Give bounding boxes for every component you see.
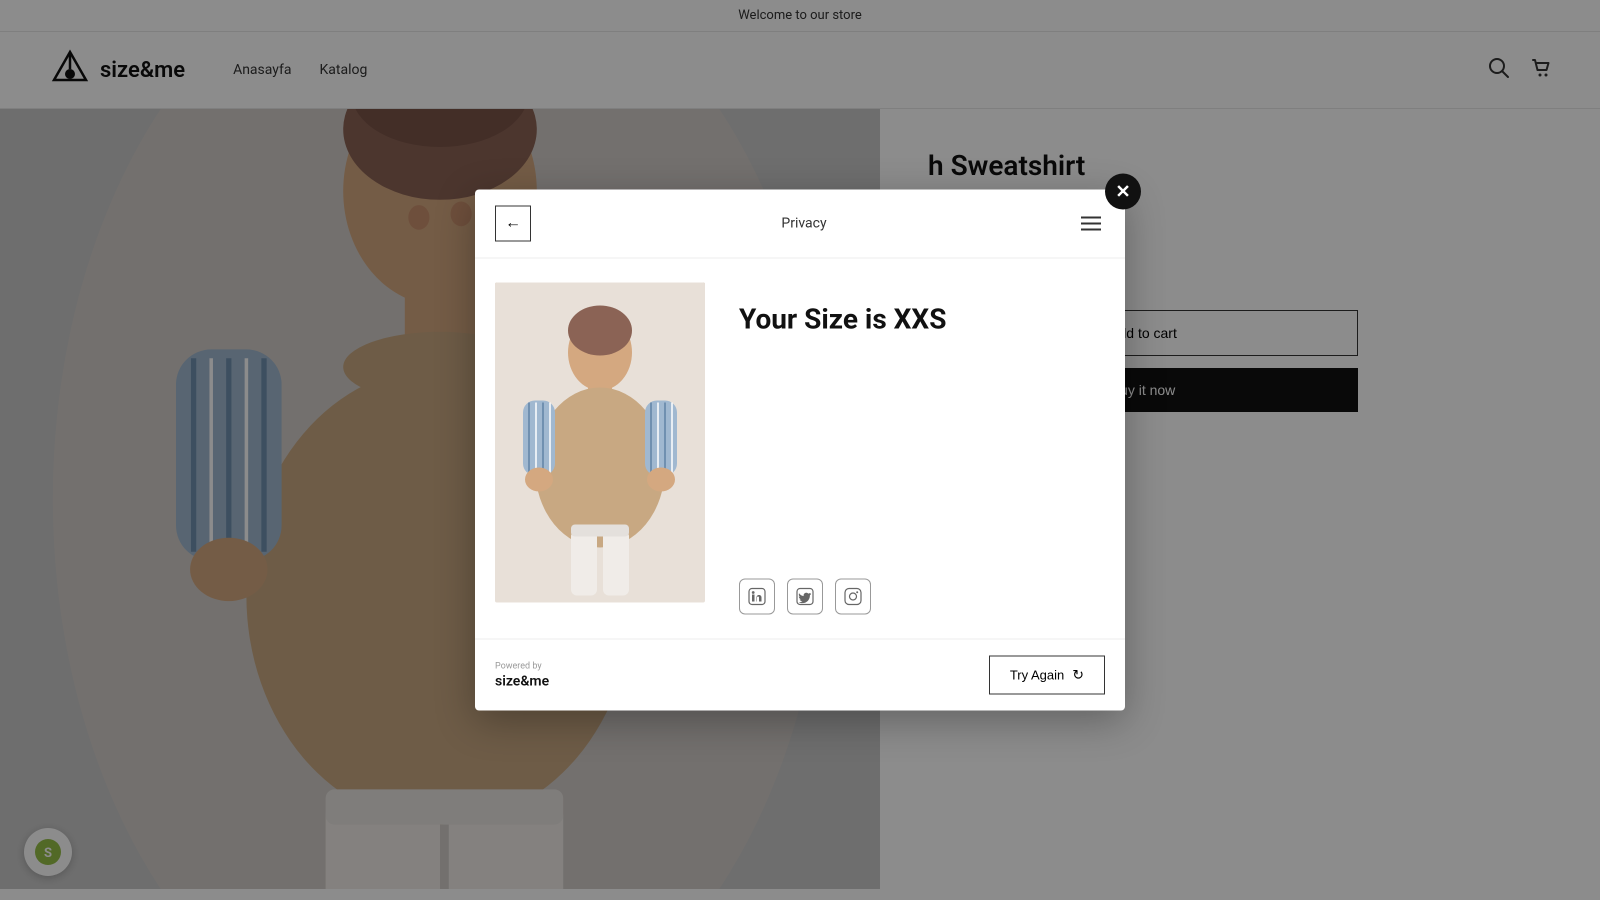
menu-line-1 bbox=[1081, 217, 1101, 219]
close-icon: ✕ bbox=[1115, 181, 1130, 202]
modal-body: Your Size is XXS bbox=[475, 259, 1125, 639]
modal-footer: Powered by size&me Try Again ↻ bbox=[475, 639, 1125, 711]
refresh-icon: ↻ bbox=[1072, 667, 1084, 684]
modal-header: ← Privacy bbox=[475, 190, 1125, 259]
modal-image-area bbox=[495, 283, 715, 615]
powered-by-logo: size&me bbox=[495, 673, 549, 689]
menu-line-2 bbox=[1081, 223, 1101, 225]
size-result-heading: Your Size is XXS bbox=[739, 303, 946, 336]
modal-close-button[interactable]: ✕ bbox=[1105, 174, 1141, 210]
modal-back-button[interactable]: ← bbox=[495, 206, 531, 242]
powered-by-text: Powered by bbox=[495, 661, 542, 671]
modal-menu-button[interactable] bbox=[1077, 213, 1105, 235]
try-again-button[interactable]: Try Again ↻ bbox=[989, 656, 1105, 695]
linkedin-icon[interactable] bbox=[739, 579, 775, 615]
modal-product-image bbox=[495, 283, 705, 603]
modal-product-svg bbox=[495, 283, 705, 603]
size-result-modal: ✕ ← Privacy bbox=[475, 190, 1125, 711]
instagram-icon[interactable] bbox=[835, 579, 871, 615]
try-again-label: Try Again bbox=[1010, 668, 1064, 683]
modal-privacy-label: Privacy bbox=[781, 216, 826, 232]
twitter-icon[interactable] bbox=[787, 579, 823, 615]
page-background: Welcome to our store size&me Anasayfa Ka… bbox=[0, 0, 1600, 900]
modal-content-right: Your Size is XXS bbox=[739, 283, 1105, 615]
social-icons bbox=[739, 539, 871, 615]
back-arrow-icon: ← bbox=[505, 215, 521, 233]
menu-line-3 bbox=[1081, 229, 1101, 231]
powered-by: Powered by size&me bbox=[495, 661, 549, 689]
